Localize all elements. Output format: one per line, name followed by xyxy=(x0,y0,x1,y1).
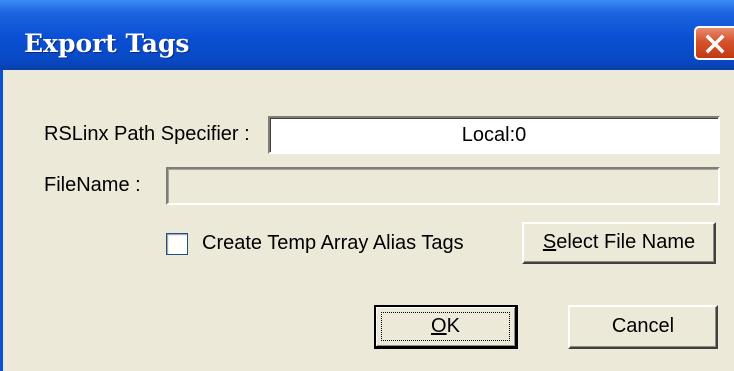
window-title: Export Tags xyxy=(24,29,190,58)
select-file-name-label: elect File Name xyxy=(556,231,696,253)
close-icon xyxy=(705,34,725,54)
cancel-button[interactable]: Cancel xyxy=(568,305,718,349)
create-temp-array-alias-checkbox[interactable] xyxy=(166,233,188,255)
export-tags-dialog: Export Tags RSLinx Path Specifier : Loca… xyxy=(0,0,734,371)
select-file-name-button[interactable]: Select File Name xyxy=(522,222,716,264)
filename-label: FileName : xyxy=(44,174,141,196)
path-specifier-input[interactable]: Local:0 xyxy=(268,116,720,154)
path-specifier-label: RSLinx Path Specifier : xyxy=(44,123,250,145)
focus-rectangle xyxy=(381,312,510,341)
ok-button[interactable]: OK xyxy=(374,305,518,349)
select-file-name-mnemonic: S xyxy=(542,231,557,253)
close-button[interactable] xyxy=(694,26,734,60)
create-temp-array-alias-label[interactable]: Create Temp Array Alias Tags xyxy=(202,232,464,255)
filename-input xyxy=(166,167,720,205)
title-bar[interactable]: Export Tags xyxy=(0,0,734,70)
window-border xyxy=(0,70,3,371)
